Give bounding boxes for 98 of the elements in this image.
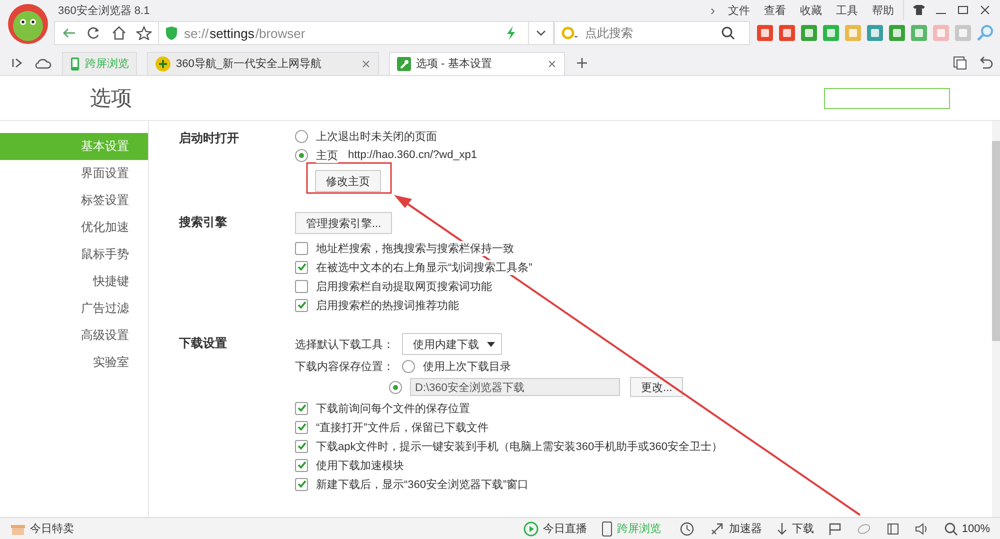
- undo-icon[interactable]: [978, 55, 994, 71]
- extension-icon[interactable]: [888, 24, 906, 42]
- wrench-icon: [397, 56, 411, 70]
- extension-icon[interactable]: [756, 24, 774, 42]
- caret-icon[interactable]: [529, 21, 554, 45]
- option-label: 新建下载后，显示“360安全浏览器下载”窗口: [316, 476, 529, 492]
- homepage-url: http://hao.360.cn/?wd_xp1: [348, 149, 478, 161]
- option-label: 使用下载加速模块: [316, 458, 404, 472]
- sidebar-item[interactable]: 广告过滤: [0, 295, 148, 322]
- browser-tab[interactable]: 360导航_新一代安全上网导航: [147, 52, 379, 74]
- maximize-icon[interactable]: [956, 4, 970, 16]
- checkbox[interactable]: [295, 298, 308, 312]
- sidebar-item[interactable]: 实验室: [0, 349, 148, 376]
- radio-button[interactable]: [295, 130, 308, 142]
- search-icon[interactable]: [721, 26, 735, 40]
- history-icon[interactable]: [678, 520, 695, 536]
- download-tool-dropdown[interactable]: 使用内建下载: [402, 333, 502, 355]
- checkbox[interactable]: [295, 478, 308, 490]
- edit-homepage-button[interactable]: 修改主页: [315, 170, 381, 192]
- option-label: 启用搜索栏的热搜词推荐功能: [316, 298, 459, 312]
- option-label: “直接打开”文件后，保留已下载文件: [316, 420, 488, 434]
- back-icon[interactable]: [61, 26, 77, 40]
- engine-icon: [561, 26, 579, 40]
- star-icon[interactable]: [136, 26, 152, 40]
- status-link[interactable]: 今日直播: [542, 521, 587, 536]
- zoom-level[interactable]: 100%: [962, 522, 990, 534]
- section-label: 下载设置: [179, 335, 228, 352]
- sidebar-item[interactable]: 鼠标手势: [0, 241, 148, 268]
- extension-icon[interactable]: [866, 24, 884, 42]
- sidebar-item[interactable]: 界面设置: [0, 160, 148, 187]
- sidebar-item[interactable]: 高级设置: [0, 322, 148, 349]
- option-label: 下载前询问每个文件的保存位置: [316, 400, 470, 416]
- checkbox[interactable]: [295, 420, 308, 434]
- cloud-icon[interactable]: [34, 56, 52, 70]
- sidebar-toggle-icon[interactable]: [10, 56, 24, 70]
- menu-item[interactable]: 收藏: [795, 2, 827, 18]
- search-box[interactable]: 点此搜索: [554, 21, 750, 45]
- radio-button[interactable]: [402, 360, 415, 372]
- address-field[interactable]: se://settings/browser: [158, 21, 529, 45]
- checkbox[interactable]: [295, 402, 308, 414]
- deals-link[interactable]: 今日特卖: [30, 521, 74, 536]
- extension-icon[interactable]: [778, 24, 796, 42]
- option-label: 地址栏搜索，拖拽搜索与搜索栏保持一致: [316, 240, 514, 256]
- radio-button[interactable]: [389, 380, 402, 394]
- checkbox[interactable]: [295, 458, 308, 472]
- lightning-icon[interactable]: [505, 26, 517, 40]
- chevron-icon[interactable]: ›: [710, 2, 715, 18]
- sidebar-item[interactable]: 优化加速: [0, 214, 148, 241]
- checkbox[interactable]: [295, 260, 308, 274]
- radio-button[interactable]: [295, 148, 308, 162]
- change-button[interactable]: 更改...: [630, 377, 684, 397]
- flag-icon[interactable]: [828, 522, 842, 536]
- status-link[interactable]: 下载: [792, 521, 814, 536]
- restore-tab-icon[interactable]: [952, 55, 968, 71]
- option-label: 主页: [316, 148, 338, 162]
- checkbox[interactable]: [295, 242, 308, 254]
- phone-icon: [70, 56, 80, 70]
- new-tab-icon[interactable]: [575, 56, 589, 70]
- close-icon[interactable]: [978, 4, 992, 16]
- magnifier-icon[interactable]: [976, 24, 994, 42]
- manage-engines-button[interactable]: 管理搜索引擎...: [295, 212, 392, 234]
- sidebar-item[interactable]: 标签设置: [0, 187, 148, 214]
- phone-icon: [600, 520, 613, 536]
- browser-tab[interactable]: 选项 - 基本设置: [389, 52, 565, 74]
- status-link[interactable]: 加速器: [728, 521, 762, 536]
- play-icon: [522, 520, 539, 536]
- menu-item[interactable]: 文件: [723, 2, 755, 18]
- refresh-icon[interactable]: [86, 26, 102, 40]
- shirt-icon[interactable]: [912, 4, 926, 16]
- caret-icon: [487, 342, 495, 346]
- option-label: 上次退出时未关闭的页面: [316, 128, 437, 144]
- page-title: 选项: [90, 86, 132, 112]
- home-icon[interactable]: [111, 26, 127, 40]
- section-label: 启动时打开: [179, 130, 240, 147]
- option-label: 在被选中文本的右上角显示“划词搜索工具条”: [316, 260, 532, 274]
- menu-item[interactable]: 帮助: [867, 2, 899, 18]
- extension-icon[interactable]: [822, 24, 840, 42]
- sidebar-item[interactable]: 快捷键: [0, 268, 148, 295]
- download-path-field[interactable]: D:\360安全浏览器下载: [410, 378, 620, 396]
- menu-item[interactable]: 查看: [759, 2, 791, 18]
- option-label: 使用上次下载目录: [423, 358, 511, 374]
- close-icon[interactable]: [361, 58, 371, 68]
- menu-item[interactable]: 工具: [831, 2, 863, 18]
- settings-search-field[interactable]: [824, 88, 950, 108]
- checkbox[interactable]: [295, 280, 308, 292]
- window-icon[interactable]: [886, 522, 900, 536]
- section-label: 搜索引擎: [179, 214, 228, 231]
- mascot-logo: [8, 4, 48, 44]
- option-label: 启用搜索栏自动提取网页搜索词功能: [316, 278, 492, 294]
- extension-icon[interactable]: [910, 24, 928, 42]
- zoom-icon: [944, 522, 958, 536]
- close-icon[interactable]: [547, 58, 557, 68]
- download-icon: [776, 520, 788, 536]
- checkbox[interactable]: [295, 440, 308, 452]
- scrollbar-thumb[interactable]: [992, 141, 1000, 341]
- window-title: 360安全浏览器 8.1: [58, 4, 150, 18]
- shield-icon: [165, 26, 178, 40]
- extension-icon[interactable]: [800, 24, 818, 42]
